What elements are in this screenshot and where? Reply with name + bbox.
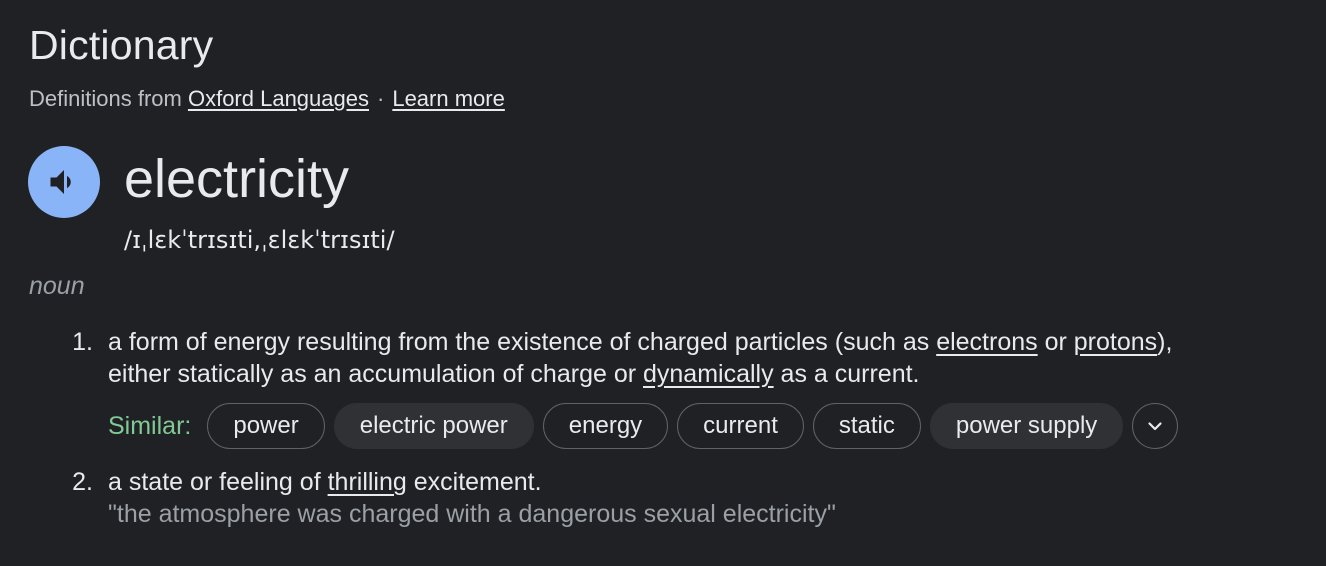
card-title: Dictionary (29, 22, 214, 68)
definition-text-segment: or (1037, 328, 1074, 356)
definition-number: 1. (72, 328, 93, 356)
definition-text-segment: either statically as an accumulation of … (108, 360, 643, 388)
phonetic-spelling: /ɪˌlɛkˈtrɪsɪti,ˌɛlɛkˈtrɪsɪti/ (124, 226, 395, 254)
electrons-link[interactable]: electrons (936, 328, 1037, 356)
expand-similar-button[interactable] (1132, 403, 1179, 449)
pronunciation-button[interactable] (28, 146, 100, 218)
definition-number: 2. (72, 468, 93, 496)
similar-chip-electric-power[interactable]: electric power (333, 403, 534, 449)
usage-example: "the atmosphere was charged with a dange… (108, 500, 836, 528)
definition-1: 1. a form of energy resulting from the e… (61, 326, 1321, 396)
similar-chip-static[interactable]: static (812, 403, 921, 449)
definition-text-segment: a form of energy resulting from the exis… (108, 328, 937, 356)
similar-chip-power[interactable]: power (207, 403, 325, 449)
speaker-icon (50, 170, 71, 194)
similar-chip-current[interactable]: current (677, 403, 804, 449)
headword: electricity (124, 149, 350, 209)
part-of-speech: noun (29, 272, 85, 300)
chevron-down-icon (1148, 422, 1162, 431)
definition-text: a state or feeling of thrilling exciteme… (108, 466, 836, 530)
definition-text-segment: excitement. (406, 468, 542, 496)
protons-link[interactable]: protons (1074, 328, 1157, 356)
dictionary-card: Dictionary Definitions from Oxford Langu… (0, 0, 1326, 566)
source-prefix: Definitions from (29, 86, 182, 111)
similar-chip-energy[interactable]: energy (542, 403, 669, 449)
similar-words: Similar: power electric power energy cur… (108, 402, 1179, 450)
definition-text-segment: a state or feeling of (108, 468, 328, 496)
similar-label: Similar: (108, 411, 192, 440)
dynamically-link[interactable]: dynamically (643, 360, 774, 388)
separator-dot: · (377, 86, 385, 111)
definition-text: a form of energy resulting from the exis… (108, 326, 1172, 390)
definition-text-segment: ), (1157, 328, 1173, 356)
definition-text-segment: as a current. (773, 360, 920, 388)
thrilling-link[interactable]: thrilling (328, 468, 407, 496)
oxford-languages-link[interactable]: Oxford Languages (188, 86, 369, 111)
definition-2: 2. a state or feeling of thrilling excit… (61, 466, 1321, 536)
learn-more-link[interactable]: Learn more (392, 86, 505, 111)
similar-chip-power-supply[interactable]: power supply (929, 403, 1124, 449)
source-line: Definitions from Oxford Languages · Learn … (29, 86, 505, 112)
